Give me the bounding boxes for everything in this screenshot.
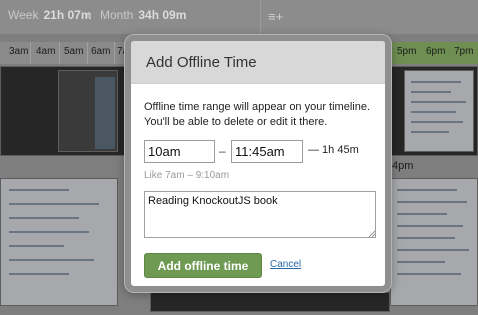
add-offline-time-button[interactable]: Add offline time bbox=[144, 253, 262, 278]
screenshot-thumbnail[interactable] bbox=[390, 178, 478, 306]
hour-label: 5am bbox=[64, 46, 84, 57]
thumb-line bbox=[397, 189, 457, 191]
add-offline-time-dialog: Add Offline Time Offline time range will… bbox=[125, 35, 391, 292]
row-time-label: 4pm bbox=[392, 160, 414, 172]
thumb-line bbox=[411, 101, 466, 103]
thumb-line bbox=[9, 259, 94, 261]
time-format-hint: Like 7am – 9:10am bbox=[144, 170, 230, 181]
resize-grip-icon[interactable] bbox=[368, 230, 375, 237]
thumb-line bbox=[9, 231, 89, 233]
hour-tick bbox=[114, 42, 115, 64]
hour-label: 6am bbox=[91, 46, 111, 57]
range-separator: – bbox=[219, 144, 226, 158]
thumb-line bbox=[397, 249, 469, 251]
end-time-input[interactable] bbox=[231, 140, 303, 163]
thumb-line bbox=[397, 201, 467, 203]
screenshot-thumbnail[interactable] bbox=[58, 70, 118, 152]
thumb-line bbox=[9, 203, 99, 205]
stats-bar: Week 21h 07m Month 34h 09m ≡+ bbox=[0, 0, 478, 34]
hour-tick bbox=[87, 42, 88, 64]
thumb-line bbox=[397, 225, 463, 227]
hour-label: 3am bbox=[9, 46, 29, 57]
thumb-line bbox=[9, 217, 79, 219]
list-add-icon[interactable]: ≡+ bbox=[268, 9, 283, 24]
screenshot-thumbnail[interactable] bbox=[0, 178, 118, 306]
hour-label: 5pm bbox=[397, 46, 417, 57]
cancel-link[interactable]: Cancel bbox=[270, 259, 301, 270]
separator-dot bbox=[87, 14, 91, 18]
thumb-line bbox=[411, 121, 463, 123]
thumb-line bbox=[411, 111, 456, 113]
thumb-line bbox=[397, 213, 447, 215]
thumb-line bbox=[411, 131, 449, 133]
thumb-pane bbox=[95, 77, 115, 149]
dialog-title: Add Offline Time bbox=[146, 54, 257, 71]
week-stat: Week 21h 07m bbox=[8, 8, 92, 22]
hour-label: 6pm bbox=[426, 46, 446, 57]
screenshot-thumbnail[interactable] bbox=[150, 292, 390, 312]
hour-tick bbox=[59, 42, 60, 64]
thumb-line bbox=[411, 91, 451, 93]
duration-label: — 1h 45m bbox=[308, 144, 359, 156]
thumb-line bbox=[9, 189, 69, 191]
header-divider bbox=[260, 0, 261, 34]
dialog-description: Offline time range will appear on your t… bbox=[144, 100, 384, 130]
hour-tick bbox=[30, 42, 31, 64]
start-time-input[interactable] bbox=[144, 140, 215, 163]
note-textarea[interactable]: Reading KnockoutJS book bbox=[144, 191, 376, 238]
thumb-line bbox=[9, 273, 69, 275]
dialog-header: Add Offline Time bbox=[131, 41, 385, 84]
month-stat: Month 34h 09m bbox=[100, 8, 187, 22]
thumb-line bbox=[397, 261, 445, 263]
description-line: Offline time range will appear on your t… bbox=[144, 101, 371, 113]
hour-label: 4am bbox=[36, 46, 56, 57]
thumb-line bbox=[397, 273, 461, 275]
thumb-line bbox=[9, 245, 64, 247]
thumb-line bbox=[411, 81, 461, 83]
description-line: You'll be able to delete or edit it ther… bbox=[144, 116, 328, 128]
hour-label: 7pm bbox=[454, 46, 474, 57]
thumb-line bbox=[397, 237, 455, 239]
screenshot-thumbnail[interactable] bbox=[404, 70, 474, 152]
